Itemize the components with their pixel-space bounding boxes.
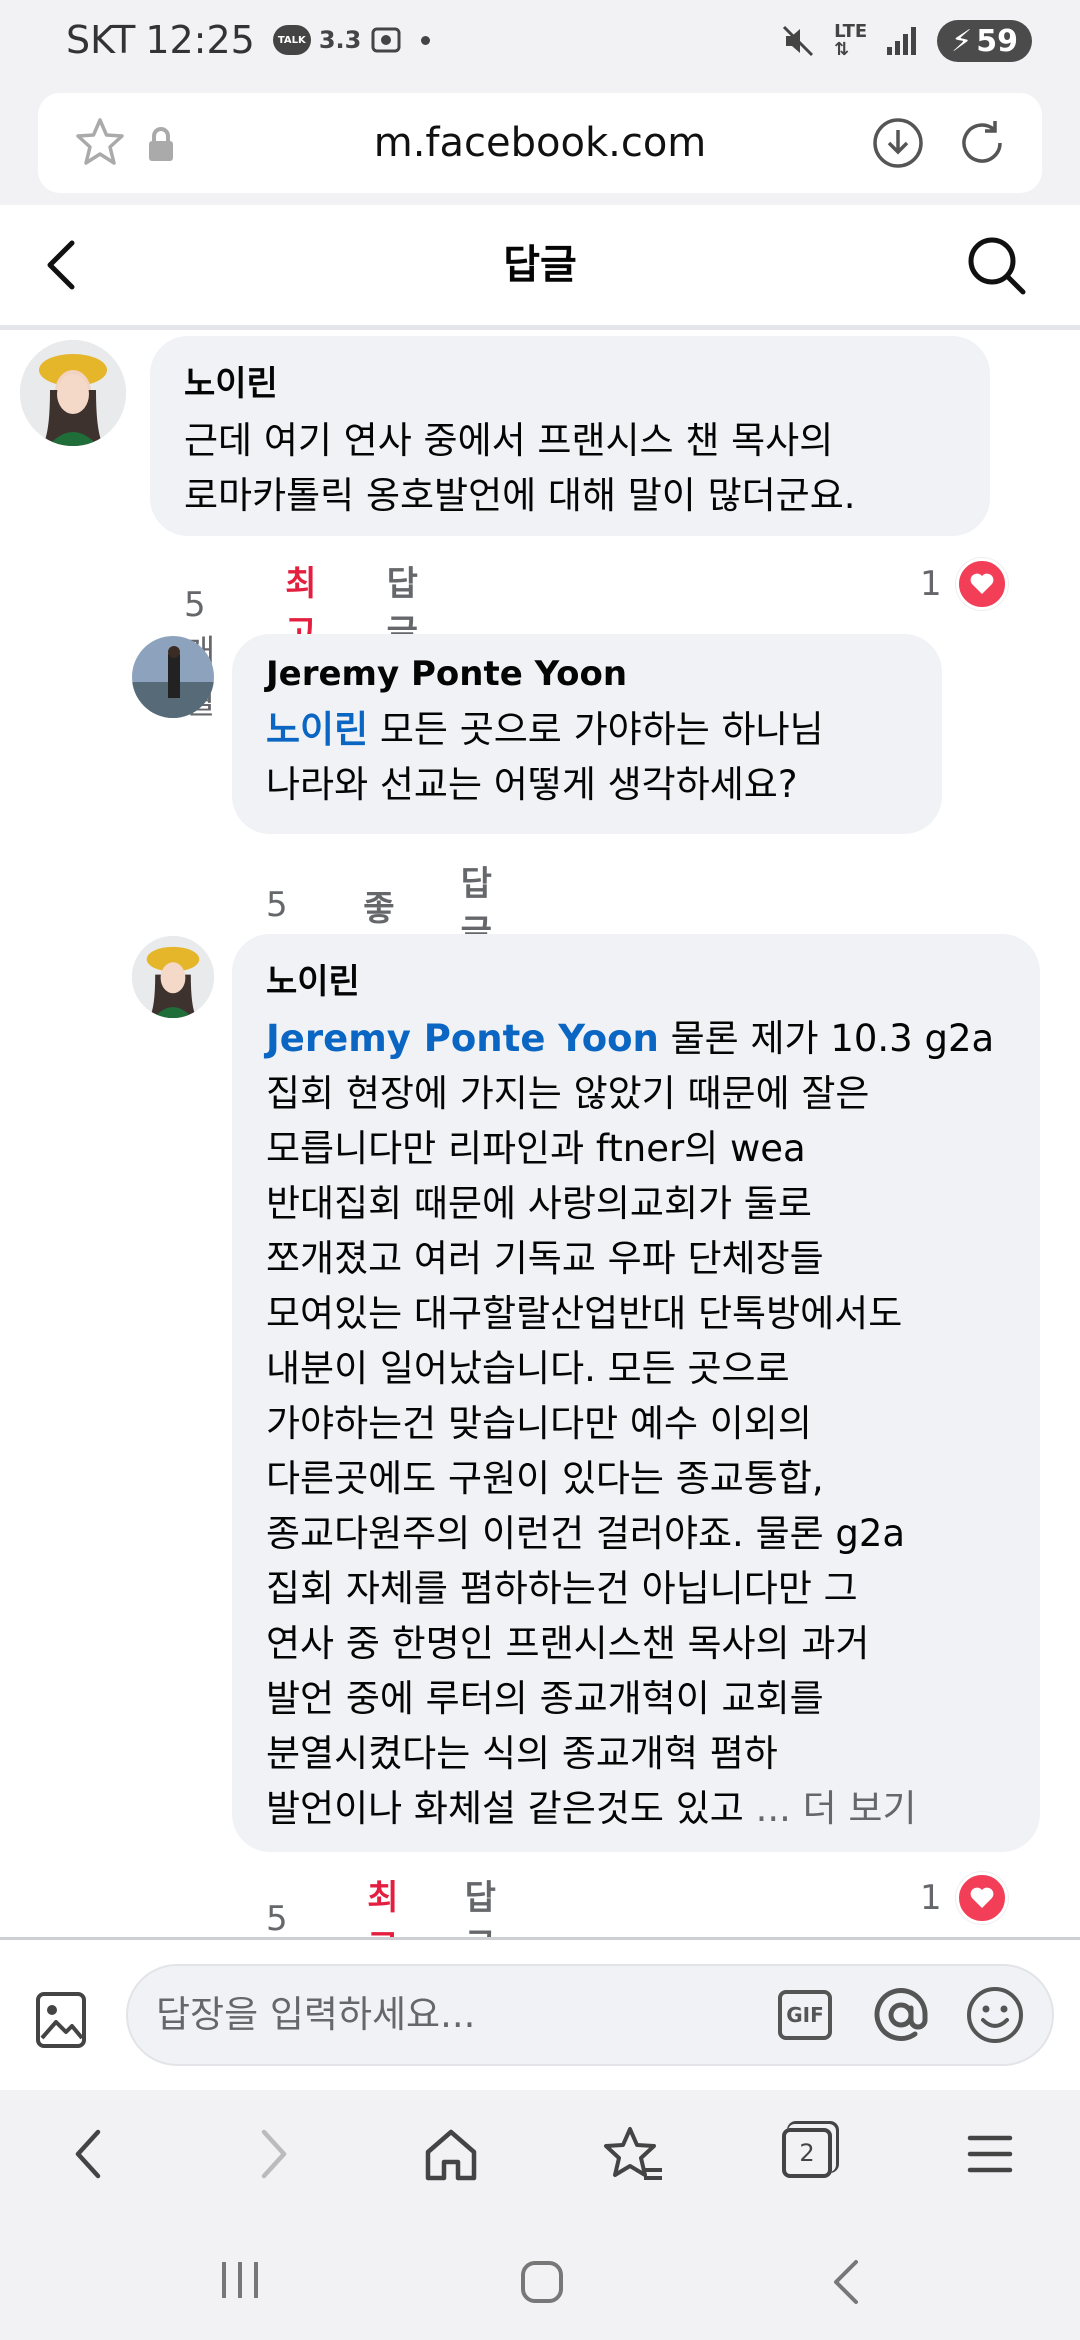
browser-nav-bar: 2 [0,2090,1080,2220]
home-icon[interactable] [420,2124,482,2184]
reaction-count[interactable]: 1 [920,558,1008,610]
dot-icon [421,35,431,45]
system-nav-bar [0,2220,1080,2340]
download-icon[interactable] [870,115,926,171]
kakaotalk-icon: TALK [272,25,311,55]
tabs-icon[interactable]: 2 [782,2128,832,2178]
reply-placeholder: 답장을 입력하세요... [156,1993,476,2036]
page-header: 답글 [0,205,1080,330]
reply-bar: 답장을 입력하세요... GIF [0,1937,1080,2093]
browser-toolbar: m.facebook.com [0,90,1080,205]
page-title: 답글 [503,242,577,288]
avatar-image [20,340,126,446]
comment-author[interactable]: Jeremy Ponte Yoon [266,654,908,694]
address-bar[interactable]: m.facebook.com [38,93,1042,193]
avatar[interactable] [132,936,214,1018]
charging-icon: ⚡ [951,23,973,59]
mention-link[interactable]: 노이린 [266,708,368,751]
signal-icon [887,27,917,55]
menu-icon[interactable] [966,2124,1014,2184]
reload-icon[interactable] [954,115,1010,171]
home-button-icon[interactable] [518,2258,566,2306]
clock: 12:25 [145,18,255,62]
battery-indicator: ⚡ 59 [937,20,1032,62]
carrier: SKT [66,18,136,62]
screenshot-icon [371,27,401,53]
reaction-count[interactable]: 1 [920,1872,1008,1924]
avatar[interactable] [132,636,214,718]
mute-icon [783,25,814,57]
photo-icon[interactable] [34,1990,88,2050]
see-more-link[interactable]: ... 더 보기 [744,1787,917,1830]
avatar[interactable] [20,340,126,446]
comment-text: 물론 제가 10.3 g2a 집회 현장에 가지는 않았기 때문에 잘은 모릅니… [266,1017,995,1830]
speed-indicator: 3.3 [318,26,362,54]
recent-apps-icon[interactable] [216,2258,264,2302]
reply-input[interactable]: 답장을 입력하세요... GIF [126,1964,1054,2066]
lte-icon: LTE ⇅ [834,21,868,60]
mention-icon[interactable] [870,1984,932,2046]
comment-author[interactable]: 노이린 [266,954,1006,1003]
mention-link[interactable]: Jeremy Ponte Yoon [266,1017,659,1060]
system-back-icon[interactable] [826,2258,866,2306]
browser-forward-icon[interactable] [252,2124,296,2184]
avatar-image [132,936,214,1018]
emoji-icon[interactable] [964,1984,1026,2046]
comment-author[interactable]: 노이린 [184,356,956,405]
browser-back-icon[interactable] [66,2124,110,2184]
bookmarks-icon[interactable] [600,2124,666,2186]
heart-icon [955,558,1008,610]
status-bar: SKT 12:25 TALK 3.3 LTE ⇅ ⚡ 59 [0,0,1080,90]
search-icon[interactable] [964,233,1028,297]
comment-bubble: 노이린 Jeremy Ponte Yoon 물론 제가 10.3 g2a 집회 … [232,934,1040,1852]
comment-text: 근데 여기 연사 중에서 프랜시스 챈 목사의 로마카톨릭 옹호발언에 대해 말… [184,419,856,517]
gif-icon[interactable]: GIF [778,1990,832,2040]
heart-icon [955,1872,1008,1924]
comment-bubble: Jeremy Ponte Yoon 노이린 모든 곳으로 가야하는 하나님 나라… [232,634,942,834]
avatar-image [132,636,214,718]
comment-bubble: 노이린 근데 여기 연사 중에서 프랜시스 챈 목사의 로마카톨릭 옹호발언에 … [150,336,990,536]
